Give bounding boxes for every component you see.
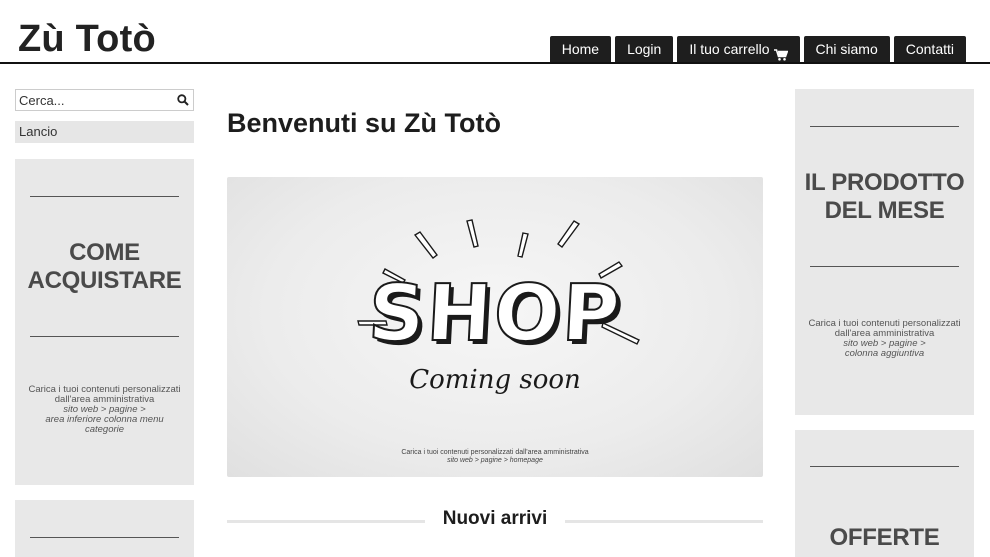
hero-caption: Carica i tuoi contenuti personalizzati d… bbox=[227, 449, 763, 465]
nav-contacts[interactable]: Contatti bbox=[893, 36, 966, 62]
nav-cart[interactable]: Il tuo carrello bbox=[677, 36, 800, 62]
page-title: Benvenuti su Zù Totò bbox=[227, 108, 501, 138]
nav-login-label: Login bbox=[627, 41, 662, 57]
main-nav: Home Login Il tuo carrello Chi siamo Con… bbox=[549, 36, 966, 62]
nav-about[interactable]: Chi siamo bbox=[803, 36, 890, 62]
search-icon[interactable] bbox=[177, 93, 189, 106]
nav-contacts-label: Contatti bbox=[905, 41, 954, 57]
section-title: Nuovi arrivi bbox=[442, 508, 548, 529]
panel-offers-title: OFFERTE bbox=[829, 524, 940, 551]
panel-caption-path3: categorie bbox=[84, 424, 125, 435]
panel-rule-top bbox=[30, 537, 179, 538]
panel-caption-path2: colonna aggiuntiva bbox=[844, 348, 925, 359]
panel-product-of-month: IL PRODOTTO DEL MESE Carica i tuoi conte… bbox=[795, 89, 974, 415]
panel-how-to-buy: COME ACQUISTARE Carica i tuoi contenuti … bbox=[15, 159, 194, 485]
panel-rule-top bbox=[810, 466, 959, 467]
section-new-arrivals: Nuovi arrivi bbox=[227, 508, 763, 534]
nav-cart-label: Il tuo carrello bbox=[689, 41, 770, 57]
section-rule-right bbox=[565, 520, 763, 523]
panel-title-line1: IL PRODOTTO bbox=[804, 169, 965, 196]
panel-offers: OFFERTE bbox=[795, 430, 974, 557]
hero-caption-path: sito web > pagine > homepage bbox=[447, 457, 543, 464]
panel-rule-bottom bbox=[810, 266, 959, 267]
panel-rule-top bbox=[30, 196, 179, 197]
panel-caption: Carica i tuoi contenuti personalizzati d… bbox=[803, 319, 966, 359]
search-input[interactable] bbox=[16, 90, 166, 110]
hero-banner: SHOP Coming soon Carica i tuoi contenuti… bbox=[227, 177, 763, 477]
panel-rule-top bbox=[810, 126, 959, 127]
search-box bbox=[15, 89, 194, 111]
hero-headline: SHOP bbox=[365, 268, 625, 360]
panel-title-line2: DEL MESE bbox=[824, 197, 945, 224]
cart-icon bbox=[773, 43, 788, 61]
hero-caption-line1: Carica i tuoi contenuti personalizzati d… bbox=[401, 449, 589, 456]
panel-title-line1: COME bbox=[69, 239, 140, 266]
site-header: Zù Totò Home Login Il tuo carrello Chi s… bbox=[0, 0, 990, 64]
nav-home-label: Home bbox=[561, 41, 600, 57]
nav-about-label: Chi siamo bbox=[815, 41, 878, 57]
nav-home[interactable]: Home bbox=[549, 36, 612, 62]
hero-subline: Coming soon bbox=[409, 365, 581, 395]
site-title[interactable]: Zù Totò bbox=[18, 18, 156, 61]
nav-login[interactable]: Login bbox=[615, 36, 674, 62]
panel-caption: Carica i tuoi contenuti personalizzati d… bbox=[23, 385, 186, 435]
panel-title-line2: ACQUISTARE bbox=[27, 267, 182, 294]
panel-left-bottom bbox=[15, 500, 194, 557]
category-item-lancio[interactable]: Lancio bbox=[15, 121, 194, 143]
panel-rule-bottom bbox=[30, 336, 179, 337]
